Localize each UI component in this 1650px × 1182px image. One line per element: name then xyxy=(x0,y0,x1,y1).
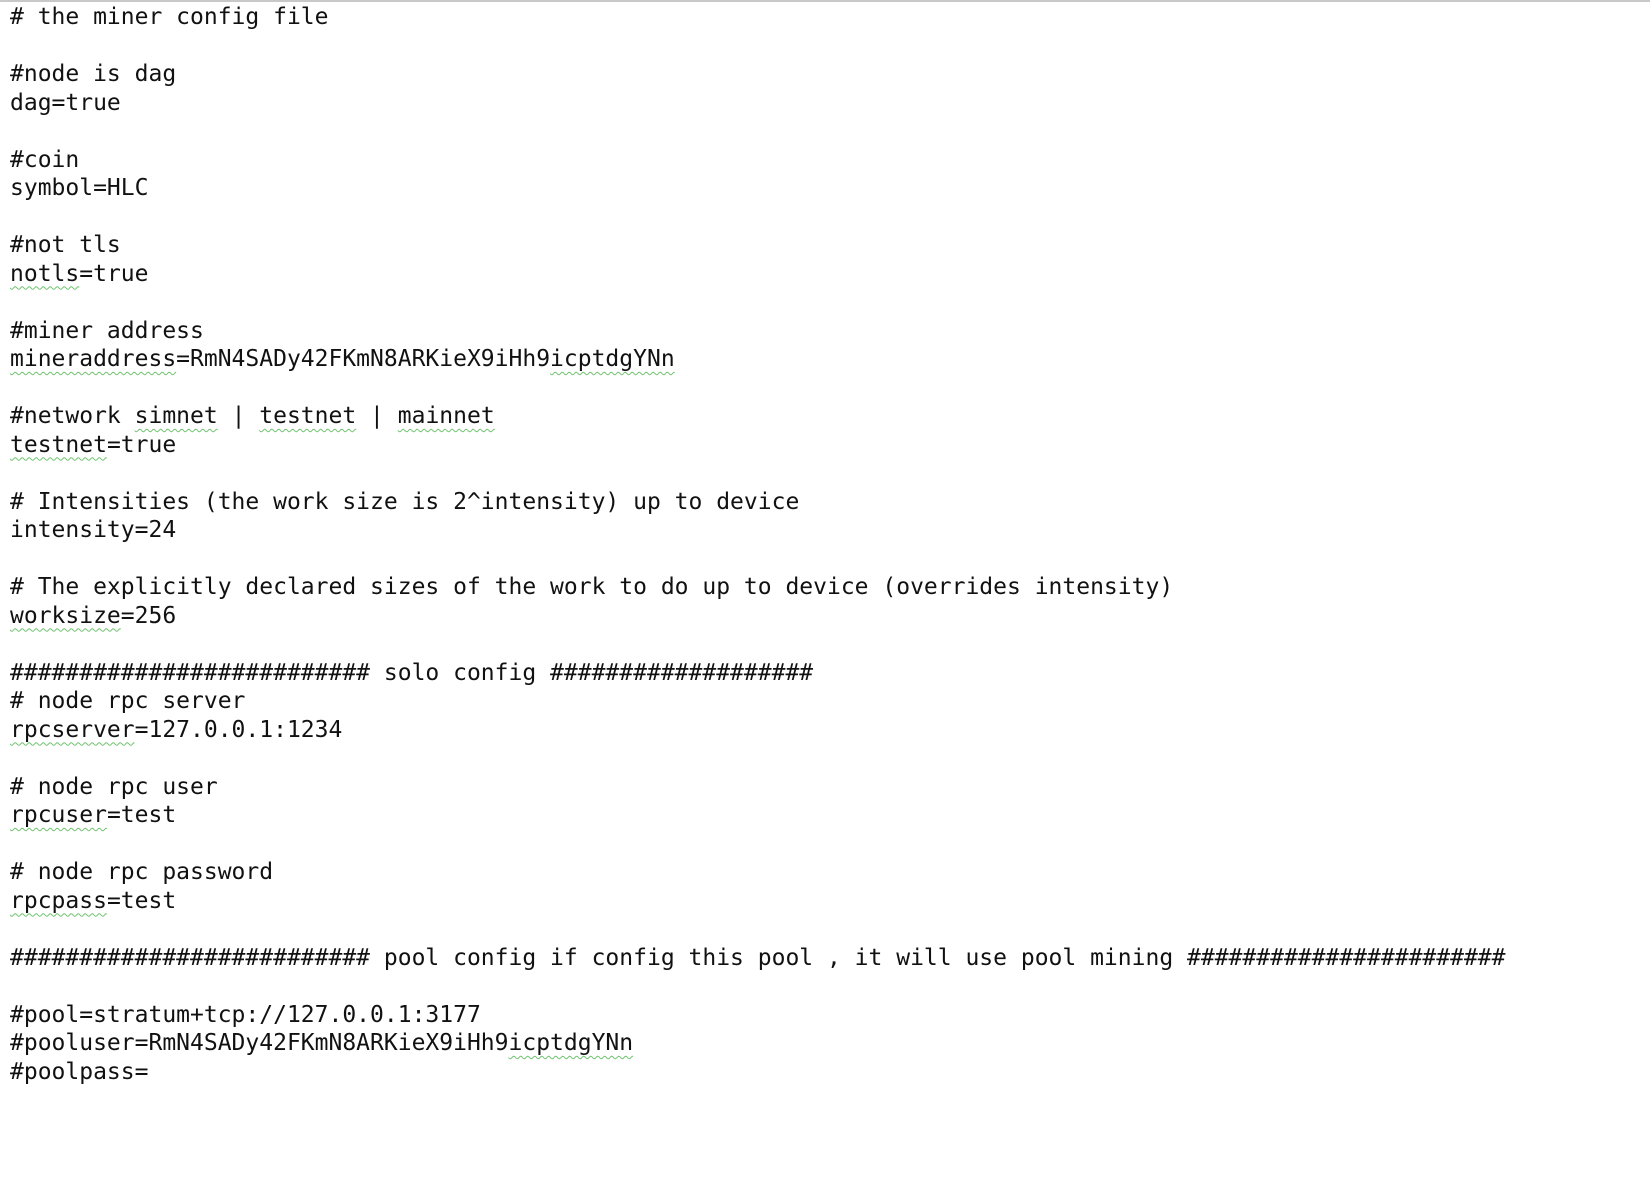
text-line: testnet=true xyxy=(10,431,1640,460)
spellcheck-flagged-word: icptdgYNn xyxy=(508,1030,634,1056)
text-line: # The explicitly declared sizes of the w… xyxy=(10,573,1640,602)
empty-line xyxy=(10,203,1640,232)
text-line: ########################## solo config #… xyxy=(10,659,1640,688)
text-segment: symbol=HLC xyxy=(10,175,149,201)
spellcheck-flagged-word: notls xyxy=(10,260,80,287)
text-line: #network simnet | testnet | mainnet xyxy=(10,402,1640,431)
text-segment: #not tls xyxy=(10,232,121,258)
spellcheck-flagged-word: testnet xyxy=(259,403,357,429)
text-segment: =true xyxy=(106,431,177,458)
text-line: ########################## pool config i… xyxy=(10,944,1640,973)
empty-line xyxy=(10,744,1640,773)
text-line: #node is dag xyxy=(10,60,1640,89)
text-segment: #pooluser=RmN4SADy42FKmN8ARKieX9iHh9 xyxy=(10,1030,509,1056)
text-line: #poolpass= xyxy=(10,1058,1640,1087)
text-line: intensity=24 xyxy=(10,516,1640,545)
text-line: #not tls xyxy=(10,231,1640,260)
text-segment: # The explicitly declared sizes of the w… xyxy=(10,574,1174,600)
spellcheck-flagged-word: worksize xyxy=(10,602,121,629)
text-line: #pooluser=RmN4SADy42FKmN8ARKieX9iHh9icpt… xyxy=(10,1029,1640,1058)
spellcheck-flagged-word: rpcserver xyxy=(10,716,135,743)
text-segment: =RmN4SADy42FKmN8ARKieX9iHh9 xyxy=(176,346,551,372)
text-segment: =256 xyxy=(120,602,177,629)
text-segment: # node rpc user xyxy=(10,773,218,800)
empty-line xyxy=(10,374,1640,403)
text-segment: #node is dag xyxy=(10,61,177,87)
empty-line xyxy=(10,32,1640,61)
text-segment: # Intensities (the work size is 2^intens… xyxy=(10,488,800,515)
text-segment: #coin xyxy=(10,146,80,173)
text-line: # node rpc password xyxy=(10,858,1640,887)
text-line: #coin xyxy=(10,146,1640,175)
spellcheck-flagged-word: simnet xyxy=(134,403,218,429)
empty-line xyxy=(10,459,1640,488)
text-segment: ########################## pool config i… xyxy=(10,944,1506,971)
text-editor-area[interactable]: # the miner config file #node is dag dag=… xyxy=(10,3,1640,1173)
empty-line xyxy=(10,630,1640,659)
empty-line xyxy=(10,830,1640,859)
text-line: worksize=256 xyxy=(10,602,1640,631)
text-line: # node rpc user xyxy=(10,773,1640,802)
empty-line xyxy=(10,545,1640,574)
text-segment: #network xyxy=(10,403,135,429)
text-segment: # node rpc server xyxy=(10,688,246,714)
empty-line xyxy=(10,915,1640,944)
text-line: dag=true xyxy=(10,89,1640,118)
empty-line xyxy=(10,288,1640,317)
text-segment: # the miner config file xyxy=(10,4,329,30)
text-line: #pool=stratum+tcp://127.0.0.1:3177 xyxy=(10,1001,1640,1030)
spellcheck-flagged-word: rpcpass xyxy=(10,887,107,914)
text-line: # Intensities (the work size is 2^intens… xyxy=(10,488,1640,517)
text-segment: #pool=stratum+tcp://127.0.0.1:3177 xyxy=(10,1001,481,1028)
empty-line xyxy=(10,972,1640,1001)
text-line: rpcserver=127.0.0.1:1234 xyxy=(10,716,1640,745)
text-segment: =test xyxy=(106,802,177,828)
spellcheck-flagged-word: mainnet xyxy=(397,403,495,429)
text-segment: =127.0.0.1:1234 xyxy=(134,716,343,743)
text-line: # the miner config file xyxy=(10,3,1640,32)
text-line: # node rpc server xyxy=(10,687,1640,716)
text-segment: intensity=24 xyxy=(10,517,177,543)
spellcheck-flagged-word: rpcuser xyxy=(10,802,107,828)
spellcheck-flagged-word: testnet xyxy=(10,431,107,458)
text-line: rpcuser=test xyxy=(10,801,1640,830)
empty-line xyxy=(10,117,1640,146)
text-line: #miner address xyxy=(10,317,1640,346)
text-segment: =true xyxy=(79,260,149,287)
text-segment: dag=true xyxy=(10,89,121,116)
text-line: symbol=HLC xyxy=(10,174,1640,203)
text-segment: | xyxy=(356,403,398,429)
text-segment: #poolpass= xyxy=(10,1058,149,1085)
spellcheck-flagged-word: icptdgYNn xyxy=(550,346,675,372)
spellcheck-flagged-word: mineraddress xyxy=(10,346,177,372)
window-top-border xyxy=(0,0,1650,2)
text-line: notls=true xyxy=(10,260,1640,289)
text-segment: =test xyxy=(106,887,177,914)
text-line: rpcpass=test xyxy=(10,887,1640,916)
text-segment: # node rpc password xyxy=(10,859,274,885)
text-segment: | xyxy=(217,403,260,429)
text-segment: #miner address xyxy=(10,317,204,344)
text-segment: ########################## solo config #… xyxy=(10,659,814,686)
text-line: mineraddress=RmN4SADy42FKmN8ARKieX9iHh9i… xyxy=(10,345,1640,374)
